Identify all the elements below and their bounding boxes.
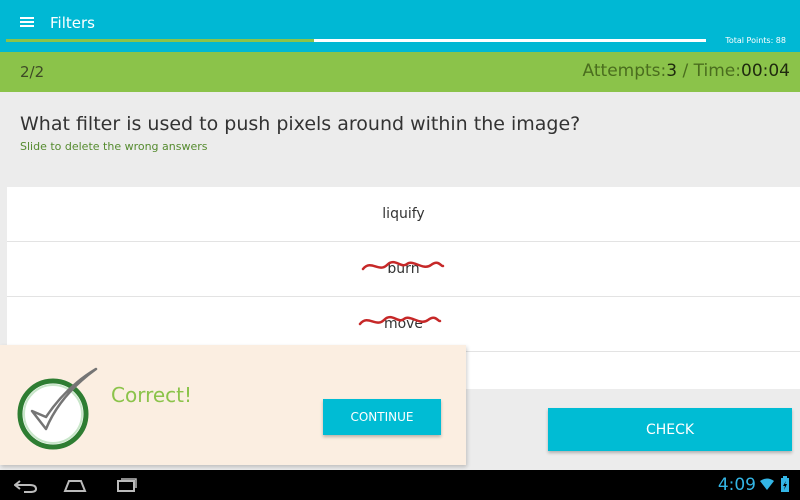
wifi-icon	[760, 478, 774, 490]
progress-bar	[6, 39, 706, 42]
check-button[interactable]: CHECK	[548, 408, 792, 451]
attempts-time: Attempts:3 / Time:00:04	[583, 61, 790, 81]
answer-row[interactable]: move	[7, 297, 800, 352]
system-navigation-bar: 4:09	[0, 470, 800, 500]
answer-row[interactable]: liquify	[7, 187, 800, 242]
progress-bar-fill	[6, 39, 314, 42]
attempts-label: Attempts:	[582, 61, 667, 81]
answer-row[interactable]: burn	[7, 242, 800, 297]
time-label: Time:	[693, 61, 741, 81]
continue-button[interactable]: CONTINUE	[323, 399, 441, 435]
checkmark-icon	[17, 367, 98, 450]
recents-icon[interactable]	[114, 477, 138, 493]
attempts-value: 3	[666, 61, 678, 81]
battery-icon	[781, 476, 789, 492]
question-hint: Slide to delete the wrong answers	[20, 140, 208, 153]
time-value: 00:04	[741, 61, 790, 81]
menu-icon[interactable]	[20, 17, 34, 27]
page-counter: 2/2	[20, 63, 45, 81]
strikethrough-scribble-icon	[358, 315, 442, 326]
app-title: Filters	[50, 14, 95, 32]
strikethrough-scribble-icon	[362, 260, 445, 271]
answer-label: liquify	[382, 206, 425, 222]
back-icon[interactable]	[14, 477, 38, 493]
home-icon[interactable]	[63, 477, 87, 493]
separator: /	[677, 61, 694, 81]
app-bar: Filters Total Points: 88	[0, 0, 800, 52]
quiz-status-bar: 2/2 Attempts:3 / Time:00:04	[0, 52, 800, 92]
feedback-message: Correct!	[111, 383, 193, 407]
total-points: Total Points: 88	[725, 36, 786, 45]
feedback-panel: Correct! CONTINUE	[0, 345, 466, 465]
system-clock: 4:09	[717, 475, 756, 495]
question-text: What filter is used to push pixels aroun…	[20, 113, 581, 135]
